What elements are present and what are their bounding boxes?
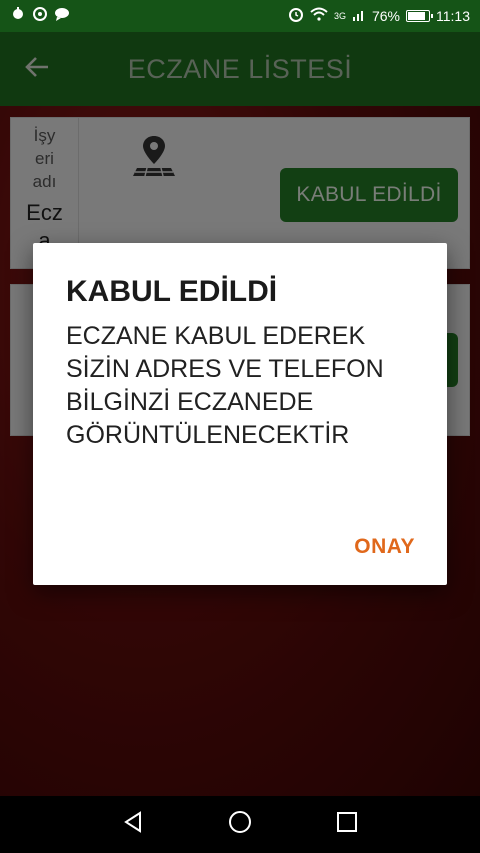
- signal-icon: [352, 7, 366, 25]
- alarm-icon: [288, 6, 304, 26]
- nav-home-button[interactable]: [220, 805, 260, 845]
- status-right-icons: 3G 76% 11:13: [288, 6, 470, 26]
- confirm-button[interactable]: ONAY: [354, 535, 415, 559]
- dialog-title: KABUL EDİLDİ: [66, 275, 278, 308]
- battery-percent: 76%: [371, 8, 400, 24]
- triangle-back-icon: [122, 811, 144, 838]
- nav-back-button[interactable]: [113, 805, 153, 845]
- message-icon: [54, 6, 70, 26]
- nav-recents-button[interactable]: [327, 805, 367, 845]
- wifi-icon: [310, 7, 328, 25]
- clock: 11:13: [436, 8, 470, 24]
- notification-icon: [10, 6, 26, 26]
- square-recents-icon: [336, 811, 358, 838]
- app-notification-icon: [32, 6, 48, 26]
- dialog-message: ECZANE KABUL EDEREK SİZİN ADRES VE TELEF…: [66, 322, 384, 449]
- alert-dialog: KABUL EDİLDİ ECZANE KABUL EDEREK SİZİN A…: [33, 243, 447, 585]
- network-type: 3G: [333, 11, 346, 21]
- system-nav-bar: [0, 796, 480, 853]
- battery-icon: [406, 10, 433, 22]
- circle-home-icon: [228, 810, 252, 839]
- status-bar: 3G 76% 11:13: [0, 0, 480, 32]
- status-left-icons: [10, 6, 70, 26]
